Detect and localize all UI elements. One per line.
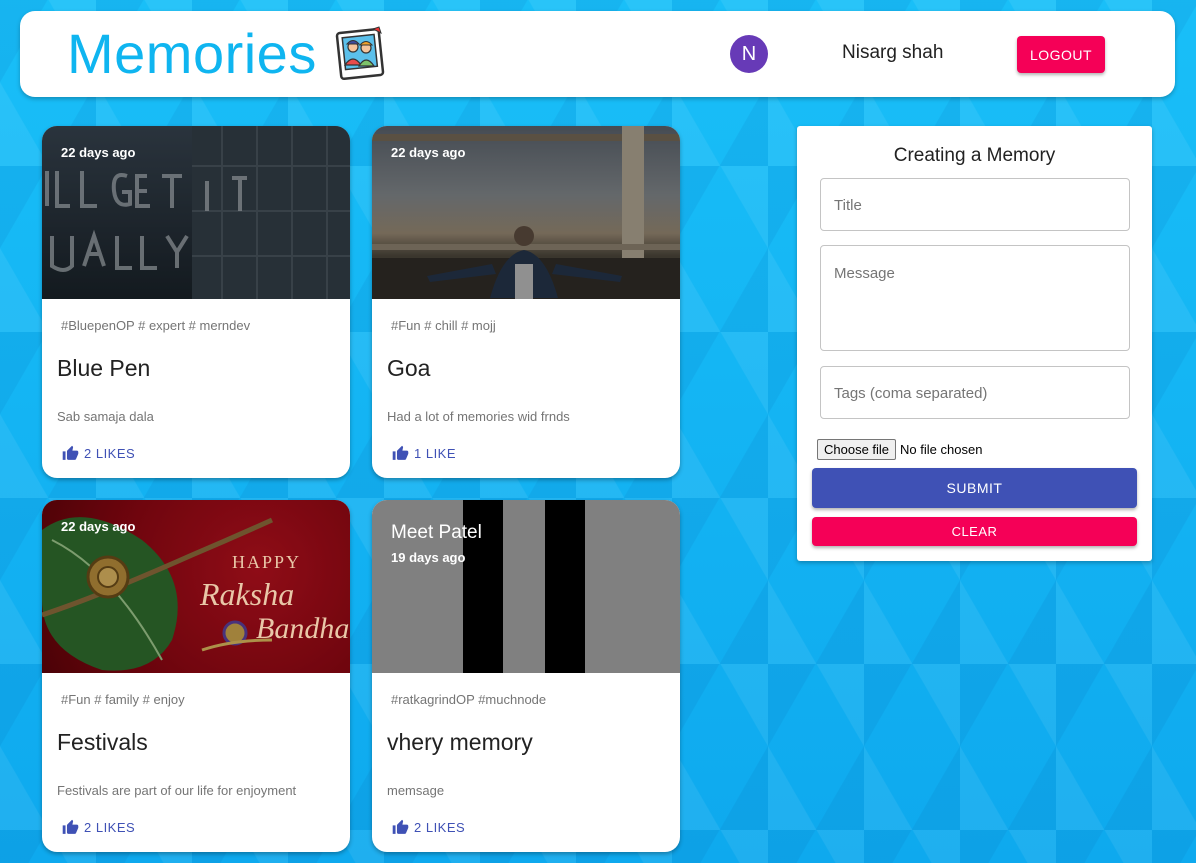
post-title: Blue Pen (57, 355, 151, 381)
post-tags: #Fun # family # enjoy (61, 692, 185, 707)
post-image: 22 days ago (372, 126, 680, 299)
clear-button[interactable]: CLEAR (812, 517, 1137, 546)
like-count: 2 LIKES (84, 446, 136, 461)
like-count: 2 LIKES (84, 820, 136, 835)
post-time: 22 days ago (61, 519, 136, 534)
post-image: Meet Patel 19 days ago (372, 500, 680, 673)
svg-text:HAPPY: HAPPY (232, 552, 301, 572)
family-photo-icon (335, 26, 385, 81)
title-placeholder: Title (834, 197, 862, 214)
tags-input[interactable]: Tags (coma separated) (820, 366, 1130, 419)
file-picker: Choose file No file chosen (817, 439, 982, 460)
like-button[interactable]: 2 LIKES (392, 819, 465, 836)
post-tags: #ratkagrindOP #muchnode (391, 692, 547, 707)
logout-button[interactable]: LOGOUT (1017, 36, 1105, 73)
post-title: Goa (387, 355, 431, 381)
post-tags: #BluepenOP # expert # merndev (61, 318, 251, 333)
thumb-up-icon (62, 445, 79, 460)
svg-text:Bandhan: Bandhan (256, 612, 350, 645)
thumb-up-icon (392, 445, 409, 460)
post-image: 22 days ago (42, 126, 350, 299)
post-message: Festivals are part of our life for enjoy… (57, 783, 297, 798)
post-card[interactable]: Meet Patel 19 days ago #ratkagrindOP #mu… (372, 500, 680, 852)
tags-placeholder: Tags (coma separated) (834, 385, 988, 402)
post-message: memsage (387, 783, 445, 798)
post-card[interactable]: 22 days ago #BluepenOP # expert # mernde… (42, 126, 350, 478)
like-button[interactable]: 2 LIKES (62, 819, 135, 836)
choose-file-button[interactable]: Choose file (817, 439, 897, 460)
submit-button[interactable]: SUBMIT (812, 468, 1137, 508)
title-input[interactable]: Title (820, 178, 1130, 231)
app-bar: Memories N Nisarg shah LOGOUT (20, 11, 1175, 97)
message-placeholder: Message (834, 265, 895, 282)
avatar: N (730, 35, 768, 73)
post-message: Sab samaja dala (57, 409, 154, 424)
form-heading: Creating a Memory (893, 145, 1056, 166)
post-tags: #Fun # chill # mojj (391, 318, 496, 333)
thumb-up-icon (62, 819, 79, 834)
brand[interactable]: Memories (67, 21, 387, 87)
post-title: Festivals (57, 729, 148, 755)
like-count: 1 LIKE (414, 446, 457, 461)
post-card[interactable]: 22 days ago #Fun # chill # mojj Goa Had … (372, 126, 680, 478)
user-name: Nisarg shah (842, 42, 944, 63)
like-count: 2 LIKES (414, 820, 466, 835)
post-time: 22 days ago (61, 145, 136, 160)
thumb-up-icon (392, 819, 409, 834)
post-title: vhery memory (387, 729, 533, 755)
like-button[interactable]: 2 LIKES (62, 445, 135, 462)
message-input[interactable]: Message (820, 245, 1130, 351)
svg-text:Raksha: Raksha (199, 576, 294, 612)
post-message: Had a lot of memories wid frnds (387, 409, 570, 424)
post-image: HAPPY Raksha Bandhan 22 days ago (42, 500, 350, 673)
post-card[interactable]: HAPPY Raksha Bandhan 22 days ago #Fun # … (42, 500, 350, 852)
like-button[interactable]: 1 LIKE (392, 445, 456, 462)
file-status: No file chosen (900, 442, 983, 457)
post-author: Meet Patel (391, 522, 482, 543)
memory-form: Creating a Memory Title Message Tags (co… (797, 126, 1152, 561)
post-time: 19 days ago (391, 550, 466, 565)
app-title[interactable]: Memories (67, 26, 317, 82)
post-time: 22 days ago (391, 145, 466, 160)
